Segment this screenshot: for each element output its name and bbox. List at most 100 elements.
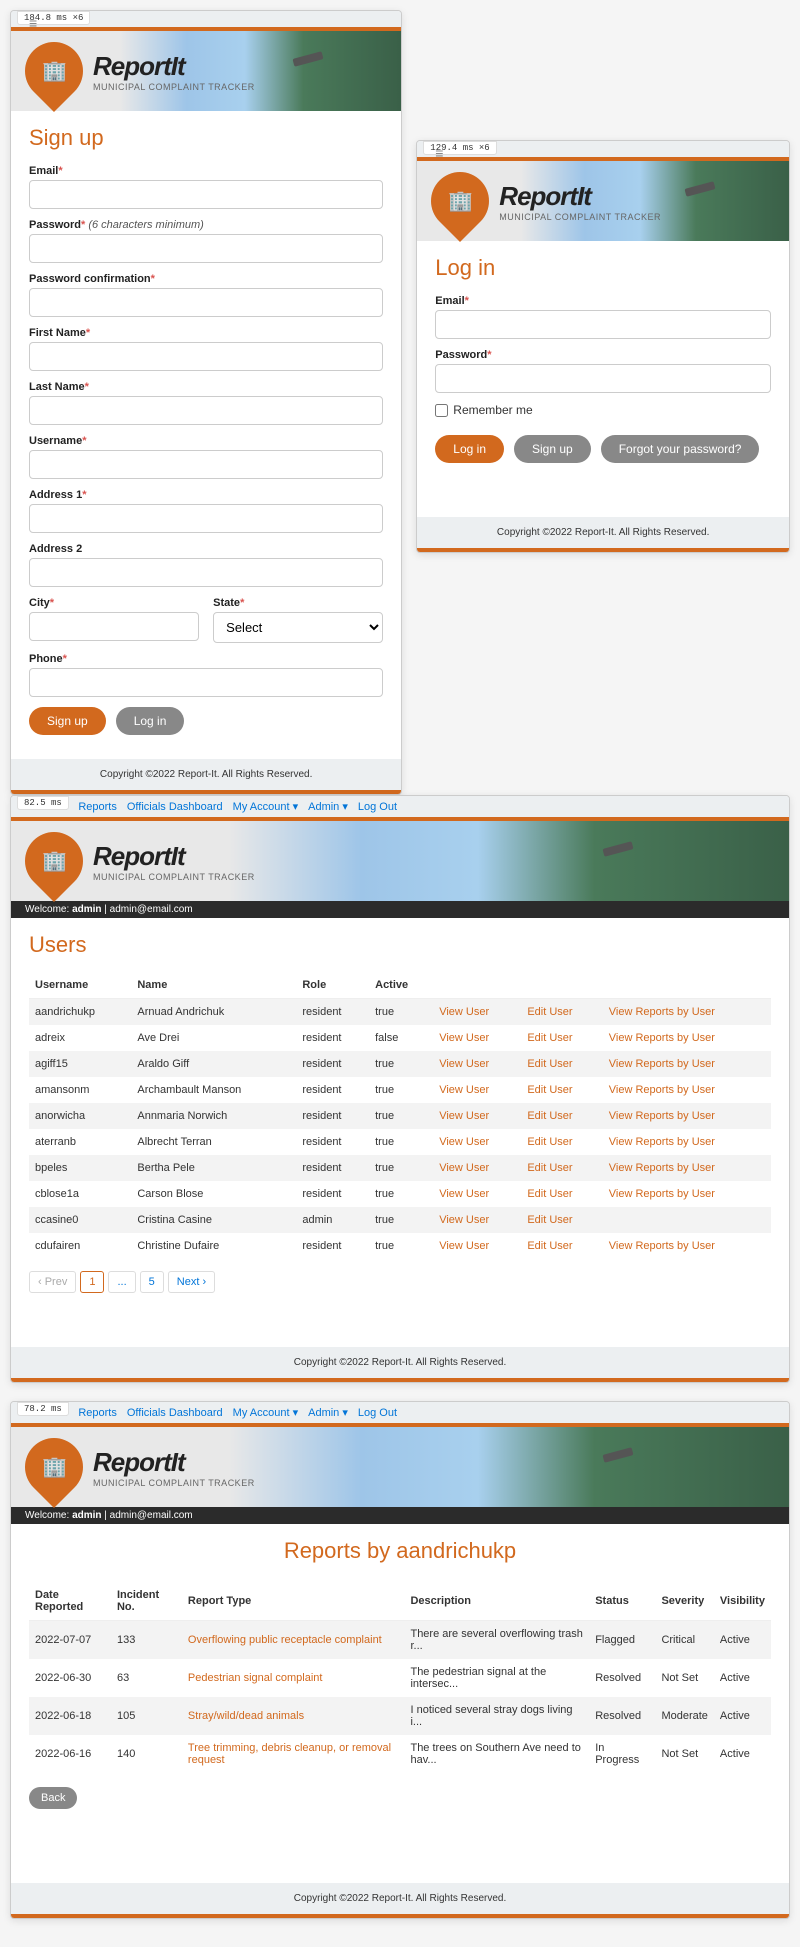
email-field[interactable] — [29, 180, 383, 209]
view-reports-link[interactable]: View Reports by User — [609, 1032, 715, 1044]
edit-user-link[interactable]: Edit User — [527, 1214, 572, 1226]
menu-icon[interactable]: ≡ — [29, 15, 37, 31]
brand-tagline: MUNICIPAL COMPLAINT TRACKER — [499, 212, 661, 222]
view-reports-link[interactable]: View Reports by User — [609, 1188, 715, 1200]
view-user-link[interactable]: View User — [439, 1240, 489, 1252]
page-link[interactable]: 1 — [80, 1271, 104, 1293]
nav-link[interactable]: Admin ▾ — [308, 800, 348, 813]
password-confirm-field[interactable] — [29, 288, 383, 317]
password-field[interactable] — [435, 364, 771, 393]
view-reports-link[interactable]: View Reports by User — [609, 1058, 715, 1070]
login-window: 129.4 ms ×6 ≡ 🏢 ReportIt MUNICIPAL COMPL… — [416, 140, 790, 553]
state-select[interactable]: Select — [213, 612, 383, 643]
table-row: 2022-06-16140Tree trimming, debris clean… — [29, 1735, 771, 1773]
header-banner: 🏢 ReportIt MUNICIPAL COMPLAINT TRACKER — [417, 161, 789, 241]
address1-field[interactable] — [29, 504, 383, 533]
nav-link[interactable]: Officials Dashboard — [127, 801, 223, 813]
nav-link[interactable]: My Account ▾ — [233, 800, 298, 813]
view-user-link[interactable]: View User — [439, 1084, 489, 1096]
footer: Copyright ©2022 Report-It. All Rights Re… — [11, 759, 401, 790]
username-field[interactable] — [29, 450, 383, 479]
phone-field[interactable] — [29, 668, 383, 697]
column-header: Role — [296, 972, 369, 999]
edit-user-link[interactable]: Edit User — [527, 1188, 572, 1200]
edit-user-link[interactable]: Edit User — [527, 1162, 572, 1174]
report-type-link[interactable]: Pedestrian signal complaint — [188, 1672, 323, 1684]
lastname-field[interactable] — [29, 396, 383, 425]
perf-badge: 184.8 ms ×6 — [17, 11, 90, 25]
remember-checkbox[interactable] — [435, 404, 448, 417]
signup-window: 184.8 ms ×6 ≡ 🏢 ReportIt MUNICIPAL COMPL… — [10, 10, 402, 795]
menu-icon[interactable]: ≡ — [435, 145, 443, 161]
signup-button[interactable]: Sign up — [29, 707, 106, 735]
column-header: Severity — [655, 1582, 713, 1621]
nav-link[interactable]: My Account ▾ — [233, 1406, 298, 1419]
view-reports-link[interactable]: View Reports by User — [609, 1006, 715, 1018]
reports-table: Date ReportedIncident No.Report TypeDesc… — [29, 1582, 771, 1773]
signup-button[interactable]: Sign up — [514, 435, 591, 463]
password-field[interactable] — [29, 234, 383, 263]
view-user-link[interactable]: View User — [439, 1110, 489, 1122]
nav-link[interactable]: Admin ▾ — [308, 1406, 348, 1419]
edit-user-link[interactable]: Edit User — [527, 1110, 572, 1122]
firstname-label: First Name* — [29, 327, 383, 339]
brand-name: ReportIt — [499, 181, 661, 212]
edit-user-link[interactable]: Edit User — [527, 1136, 572, 1148]
view-reports-link[interactable]: View Reports by User — [609, 1084, 715, 1096]
edit-user-link[interactable]: Edit User — [527, 1032, 572, 1044]
report-type-link[interactable]: Overflowing public receptacle complaint — [188, 1634, 382, 1646]
header-banner: 🏢 ReportIt MUNICIPAL COMPLAINT TRACKER — [11, 821, 789, 901]
table-row: agiff15Araldo GiffresidenttrueView UserE… — [29, 1051, 771, 1077]
view-user-link[interactable]: View User — [439, 1188, 489, 1200]
nav-link[interactable]: Reports — [78, 801, 117, 813]
email-field[interactable] — [435, 310, 771, 339]
page-link[interactable]: Next › — [168, 1271, 215, 1293]
view-user-link[interactable]: View User — [439, 1058, 489, 1070]
edit-user-link[interactable]: Edit User — [527, 1240, 572, 1252]
table-row: cblose1aCarson BloseresidenttrueView Use… — [29, 1181, 771, 1207]
nav-link[interactable]: Reports — [78, 1407, 117, 1419]
report-type-link[interactable]: Stray/wild/dead animals — [188, 1710, 304, 1722]
reports-window: 78.2 ms HomeReportsOfficials DashboardMy… — [10, 1401, 790, 1919]
view-reports-link[interactable]: View Reports by User — [609, 1136, 715, 1148]
forgot-password-button[interactable]: Forgot your password? — [601, 435, 760, 463]
email-label: Email* — [435, 295, 771, 307]
view-user-link[interactable]: View User — [439, 1006, 489, 1018]
pagination: ‹ Prev1...5Next › — [29, 1271, 771, 1293]
table-row: anorwichaAnnmaria NorwichresidenttrueVie… — [29, 1103, 771, 1129]
view-reports-link[interactable]: View Reports by User — [609, 1162, 715, 1174]
brand-name: ReportIt — [93, 1447, 255, 1478]
login-button[interactable]: Log in — [116, 707, 185, 735]
report-type-link[interactable]: Tree trimming, debris cleanup, or remova… — [188, 1742, 391, 1766]
view-user-link[interactable]: View User — [439, 1162, 489, 1174]
table-row: 2022-06-3063Pedestrian signal complaintT… — [29, 1659, 771, 1697]
edit-user-link[interactable]: Edit User — [527, 1006, 572, 1018]
phone-label: Phone* — [29, 653, 383, 665]
edit-user-link[interactable]: Edit User — [527, 1058, 572, 1070]
nav-bar: HomeReportsOfficials DashboardMy Account… — [11, 796, 789, 817]
back-button[interactable]: Back — [29, 1787, 77, 1809]
state-label: State* — [213, 597, 383, 609]
address2-field[interactable] — [29, 558, 383, 587]
username-label: Username* — [29, 435, 383, 447]
edit-user-link[interactable]: Edit User — [527, 1084, 572, 1096]
login-button[interactable]: Log in — [435, 435, 504, 463]
nav-link[interactable]: Officials Dashboard — [127, 1407, 223, 1419]
city-field[interactable] — [29, 612, 199, 641]
table-row: ccasine0Cristina CasineadmintrueView Use… — [29, 1207, 771, 1233]
nav-link[interactable]: Log Out — [358, 801, 397, 813]
logo-icon: 🏢 — [13, 30, 95, 112]
remember-label: Remember me — [453, 403, 532, 417]
view-reports-link[interactable]: View Reports by User — [609, 1110, 715, 1122]
view-user-link[interactable]: View User — [439, 1214, 489, 1226]
firstname-field[interactable] — [29, 342, 383, 371]
view-user-link[interactable]: View User — [439, 1136, 489, 1148]
page-link[interactable]: 5 — [140, 1271, 164, 1293]
nav-link[interactable]: Log Out — [358, 1407, 397, 1419]
column-header: Incident No. — [111, 1582, 182, 1621]
welcome-bar: Welcome: admin | admin@email.com — [11, 1507, 789, 1524]
view-user-link[interactable]: View User — [439, 1032, 489, 1044]
view-reports-link[interactable]: View Reports by User — [609, 1240, 715, 1252]
email-label: Email* — [29, 165, 383, 177]
page-link[interactable]: ... — [108, 1271, 135, 1293]
